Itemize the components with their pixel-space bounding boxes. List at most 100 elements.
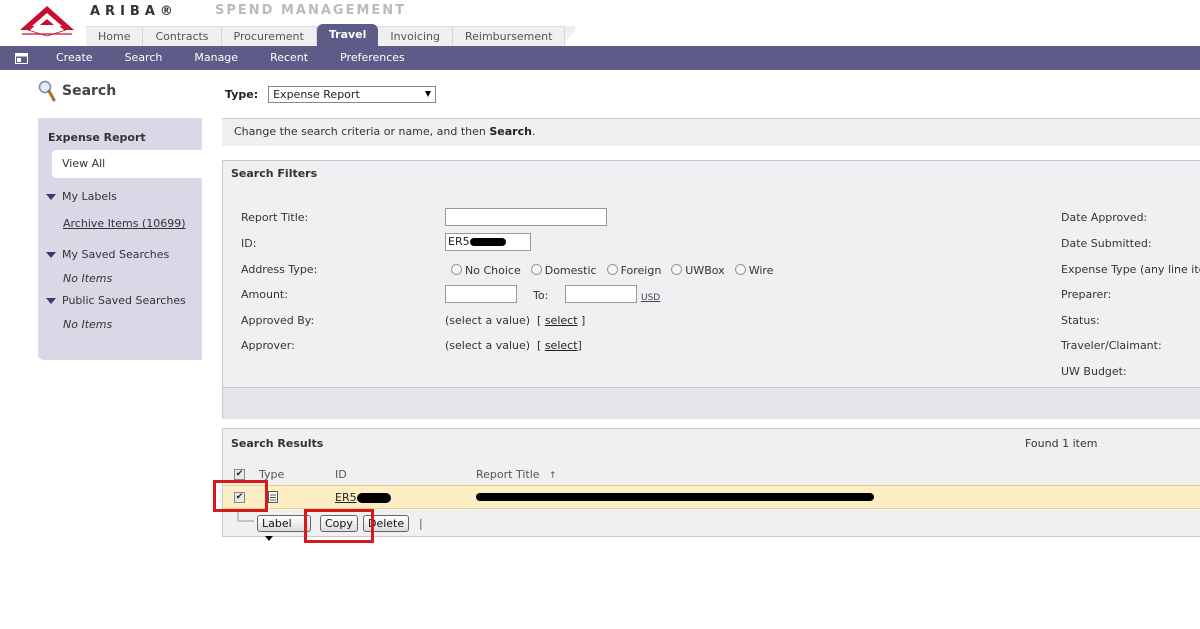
traveler-claimant-label: Traveler/Claimant: (1061, 339, 1162, 352)
sort-ascending-icon: ↑ (549, 470, 557, 481)
approver-label: Approver: (241, 339, 295, 352)
tab-invoicing[interactable]: Invoicing (378, 26, 453, 46)
id-input-value: ER5 (448, 235, 470, 248)
results-column-header: ✔ Type ID Report Title ↑ (223, 463, 1200, 485)
radio-domestic[interactable]: Domestic (530, 264, 597, 277)
report-title-label: Report Title: (241, 211, 309, 224)
instruction-text: Change the search criteria or name, and … (234, 125, 490, 138)
triangle-down-icon (46, 251, 56, 258)
radio-wire[interactable]: Wire (734, 264, 774, 277)
column-report-title-text: Report Title (476, 467, 540, 481)
instruction-end: . (531, 125, 536, 138)
left-panel: Expense Report View All My Labels Archiv… (38, 118, 202, 360)
radio-circle-icon[interactable] (671, 264, 683, 275)
radio-uwbox-label: UWBox (685, 264, 725, 277)
public-saved-empty: No Items (63, 318, 113, 331)
window-icon[interactable] (12, 46, 30, 70)
currency-link[interactable]: USD (641, 293, 660, 303)
report-title-input[interactable] (445, 208, 607, 226)
redaction-mark (356, 493, 391, 503)
tab-home[interactable]: Home (86, 26, 144, 46)
radio-wire-label: Wire (748, 264, 774, 277)
row-id-link[interactable]: ER5 (335, 491, 391, 504)
approved-by-select-link[interactable]: select (545, 314, 578, 327)
dropdown-arrow-icon (425, 91, 432, 97)
address-type-radios: No Choice Domestic Foreign UWBox Wire (451, 264, 773, 277)
tab-travel[interactable]: Travel (316, 24, 379, 46)
approved-by-label: Approved By: (241, 314, 315, 327)
radio-circle-icon[interactable] (734, 264, 746, 275)
radio-no-choice[interactable]: No Choice (451, 264, 521, 277)
magnifier-icon (38, 80, 56, 102)
date-submitted-label: Date Submitted: (1061, 237, 1152, 250)
nav-preferences[interactable]: Preferences (324, 46, 421, 70)
table-row[interactable]: ✔ ER5 (223, 485, 1200, 509)
column-type[interactable]: Type (259, 468, 284, 481)
radio-circle-icon[interactable] (530, 264, 542, 275)
nav-create[interactable]: Create (40, 46, 109, 70)
preparer-label: Preparer: (1061, 288, 1112, 301)
nav-recent[interactable]: Recent (254, 46, 324, 70)
tab-reimbursement[interactable]: Reimbursement (452, 26, 566, 46)
public-saved-searches-text: Public Saved Searches (62, 294, 186, 307)
approver-select-link[interactable]: select (545, 339, 578, 352)
top-tabs: Home Contracts Procurement Travel Invoic… (86, 24, 576, 46)
redaction-mark (469, 238, 506, 246)
type-label: Type: (225, 88, 259, 101)
highlight-box-checkbox (213, 480, 268, 512)
page-title: Search (38, 80, 116, 102)
document-icon (268, 491, 278, 503)
archive-items-text[interactable]: Archive Items (10699) (63, 217, 186, 230)
tab-contracts[interactable]: Contracts (143, 26, 222, 46)
label-button[interactable]: Label (257, 515, 311, 541)
approver-placeholder: (select a value) (445, 339, 531, 352)
id-input[interactable]: ER5 (445, 233, 531, 251)
triangle-down-icon (46, 297, 56, 304)
search-results-title: Search Results (231, 437, 324, 450)
select-all-checkbox[interactable]: ✔ (234, 468, 245, 480)
tabs-end-decoration (565, 26, 576, 46)
my-labels-text: My Labels (62, 190, 117, 203)
tab-procurement[interactable]: Procurement (221, 26, 317, 46)
status-label: Status: (1061, 314, 1100, 327)
type-selector-row: Type: Expense Report (225, 86, 437, 103)
radio-uwbox[interactable]: UWBox (671, 264, 725, 277)
column-report-title[interactable]: Report Title ↑ (476, 468, 557, 481)
approved-by-value: (select a value) [ select ] (445, 314, 586, 327)
archive-items-link[interactable]: Archive Items (10699) (63, 217, 186, 230)
radio-circle-icon[interactable] (606, 264, 618, 275)
radio-domestic-label: Domestic (544, 264, 597, 277)
uw-budget-label: UW Budget: (1061, 365, 1127, 378)
nav-search[interactable]: Search (109, 46, 179, 70)
nav-manage[interactable]: Manage (178, 46, 254, 70)
radio-circle-icon[interactable] (451, 264, 462, 275)
address-type-label: Address Type: (241, 263, 318, 276)
type-select[interactable]: Expense Report (268, 86, 437, 103)
radio-foreign[interactable]: Foreign (606, 264, 661, 277)
row-title-redacted[interactable] (476, 493, 874, 501)
instruction-emphasis: Search (489, 125, 532, 138)
label-button-text: Label (262, 517, 292, 530)
result-count: Found 1 item (1025, 437, 1098, 450)
id-label: ID: (241, 237, 257, 250)
chevron-down-icon (265, 536, 273, 541)
amount-from-input[interactable] (445, 285, 517, 303)
date-approved-label: Date Approved: (1061, 211, 1148, 224)
my-labels-toggle[interactable]: My Labels (46, 190, 117, 203)
left-section-title: Expense Report (48, 131, 146, 144)
my-saved-searches-toggle[interactable]: My Saved Searches (46, 248, 169, 261)
search-filters-panel: Search Filters Report Title: ID: ER5 Add… (222, 160, 1200, 419)
approved-by-placeholder: (select a value) (445, 314, 531, 327)
my-saved-empty: No Items (63, 272, 113, 285)
product-name: SPEND MANAGEMENT (215, 3, 407, 18)
amount-to-input[interactable] (565, 285, 637, 303)
highlight-box-copy (304, 509, 374, 543)
column-id[interactable]: ID (335, 468, 347, 481)
public-saved-searches-toggle[interactable]: Public Saved Searches (46, 294, 186, 307)
page-title-text: Search (62, 83, 117, 99)
view-all-link[interactable]: View All (52, 150, 202, 178)
row-id-text[interactable]: ER5 (335, 491, 357, 504)
action-separator: | (419, 517, 423, 530)
ariba-logo-icon (20, 6, 74, 37)
search-filters-title: Search Filters (231, 167, 318, 180)
